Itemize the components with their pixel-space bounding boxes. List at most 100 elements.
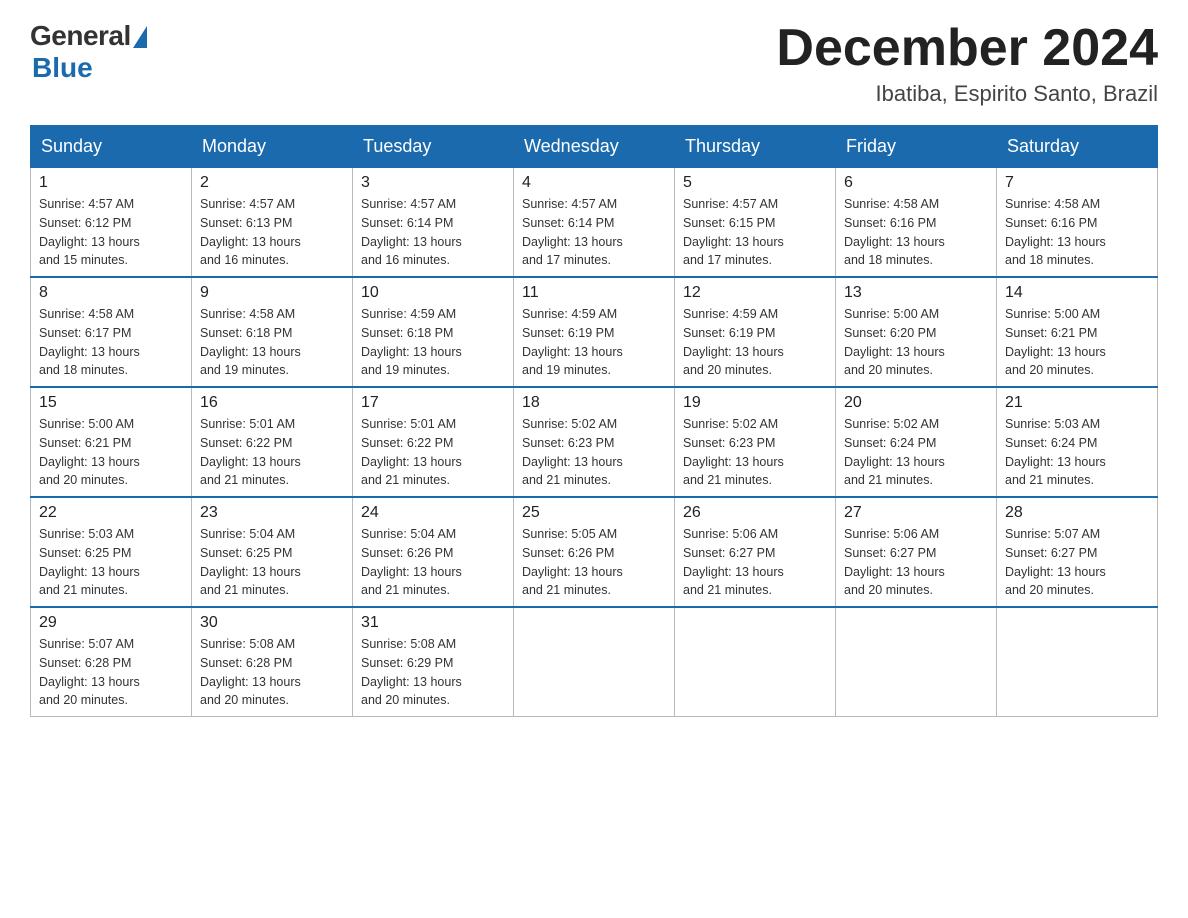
calendar-day-cell: 30 Sunrise: 5:08 AM Sunset: 6:28 PM Dayli… [192, 607, 353, 717]
day-of-week-header: Tuesday [353, 126, 514, 168]
calendar-day-cell [836, 607, 997, 717]
calendar-week-row: 29 Sunrise: 5:07 AM Sunset: 6:28 PM Dayli… [31, 607, 1158, 717]
day-number: 7 [1005, 174, 1149, 192]
day-info: Sunrise: 5:02 AM Sunset: 6:23 PM Dayligh… [522, 415, 666, 490]
day-info: Sunrise: 5:01 AM Sunset: 6:22 PM Dayligh… [200, 415, 344, 490]
day-info: Sunrise: 4:57 AM Sunset: 6:13 PM Dayligh… [200, 195, 344, 270]
calendar-day-cell [997, 607, 1158, 717]
day-number: 1 [39, 174, 183, 192]
day-of-week-header: Thursday [675, 126, 836, 168]
calendar-day-cell: 23Sunrise: 5:04 AM Sunset: 6:25 PM Dayli… [192, 497, 353, 607]
location-text: Ibatiba, Espirito Santo, Brazil [776, 81, 1158, 107]
day-info: Sunrise: 4:57 AM Sunset: 6:15 PM Dayligh… [683, 195, 827, 270]
day-number: 2 [200, 174, 344, 192]
day-number: 12 [683, 284, 827, 302]
day-info: Sunrise: 4:59 AM Sunset: 6:19 PM Dayligh… [522, 305, 666, 380]
calendar-day-cell: 4 Sunrise: 4:57 AM Sunset: 6:14 PM Daylig… [514, 168, 675, 278]
calendar-day-cell: 28Sunrise: 5:07 AM Sunset: 6:27 PM Dayli… [997, 497, 1158, 607]
day-number: 22 [39, 504, 183, 522]
calendar-day-cell: 16Sunrise: 5:01 AM Sunset: 6:22 PM Dayli… [192, 387, 353, 497]
day-info: Sunrise: 5:07 AM Sunset: 6:28 PM Dayligh… [39, 635, 183, 710]
day-number: 31 [361, 614, 505, 632]
calendar-day-cell: 26Sunrise: 5:06 AM Sunset: 6:27 PM Dayli… [675, 497, 836, 607]
day-number: 15 [39, 394, 183, 412]
month-title: December 2024 [776, 20, 1158, 77]
calendar-day-cell: 18 Sunrise: 5:02 AM Sunset: 6:23 PM Dayli… [514, 387, 675, 497]
calendar-day-cell: 11Sunrise: 4:59 AM Sunset: 6:19 PM Dayli… [514, 277, 675, 387]
day-number: 20 [844, 394, 988, 412]
calendar-day-cell: 7 Sunrise: 4:58 AM Sunset: 6:16 PM Daylig… [997, 168, 1158, 278]
day-info: Sunrise: 5:04 AM Sunset: 6:26 PM Dayligh… [361, 525, 505, 600]
day-info: Sunrise: 5:07 AM Sunset: 6:27 PM Dayligh… [1005, 525, 1149, 600]
day-info: Sunrise: 4:58 AM Sunset: 6:16 PM Dayligh… [1005, 195, 1149, 270]
day-of-week-header: Wednesday [514, 126, 675, 168]
day-number: 10 [361, 284, 505, 302]
calendar-day-cell: 19 Sunrise: 5:02 AM Sunset: 6:23 PM Dayli… [675, 387, 836, 497]
logo-general-text: General [30, 20, 131, 52]
day-number: 21 [1005, 394, 1149, 412]
day-info: Sunrise: 4:57 AM Sunset: 6:12 PM Dayligh… [39, 195, 183, 270]
day-info: Sunrise: 4:59 AM Sunset: 6:19 PM Dayligh… [683, 305, 827, 380]
day-number: 8 [39, 284, 183, 302]
day-info: Sunrise: 4:57 AM Sunset: 6:14 PM Dayligh… [522, 195, 666, 270]
day-number: 18 [522, 394, 666, 412]
day-of-week-header: Sunday [31, 126, 192, 168]
day-info: Sunrise: 5:08 AM Sunset: 6:29 PM Dayligh… [361, 635, 505, 710]
day-number: 19 [683, 394, 827, 412]
day-info: Sunrise: 4:58 AM Sunset: 6:17 PM Dayligh… [39, 305, 183, 380]
day-number: 29 [39, 614, 183, 632]
calendar-day-cell: 25Sunrise: 5:05 AM Sunset: 6:26 PM Dayli… [514, 497, 675, 607]
day-of-week-header: Monday [192, 126, 353, 168]
calendar-week-row: 15 Sunrise: 5:00 AM Sunset: 6:21 PM Dayli… [31, 387, 1158, 497]
calendar-week-row: 22Sunrise: 5:03 AM Sunset: 6:25 PM Dayli… [31, 497, 1158, 607]
day-number: 25 [522, 504, 666, 522]
calendar-day-cell: 20Sunrise: 5:02 AM Sunset: 6:24 PM Dayli… [836, 387, 997, 497]
day-info: Sunrise: 5:08 AM Sunset: 6:28 PM Dayligh… [200, 635, 344, 710]
day-number: 5 [683, 174, 827, 192]
logo-blue-text: Blue [32, 52, 93, 84]
calendar-day-cell [675, 607, 836, 717]
calendar-day-cell: 2 Sunrise: 4:57 AM Sunset: 6:13 PM Daylig… [192, 168, 353, 278]
calendar-day-cell: 12 Sunrise: 4:59 AM Sunset: 6:19 PM Dayli… [675, 277, 836, 387]
calendar-day-cell: 31 Sunrise: 5:08 AM Sunset: 6:29 PM Dayli… [353, 607, 514, 717]
calendar-day-cell: 3 Sunrise: 4:57 AM Sunset: 6:14 PM Daylig… [353, 168, 514, 278]
calendar-day-cell: 14Sunrise: 5:00 AM Sunset: 6:21 PM Dayli… [997, 277, 1158, 387]
day-info: Sunrise: 5:01 AM Sunset: 6:22 PM Dayligh… [361, 415, 505, 490]
day-number: 4 [522, 174, 666, 192]
calendar-day-cell [514, 607, 675, 717]
calendar-week-row: 8 Sunrise: 4:58 AM Sunset: 6:17 PM Daylig… [31, 277, 1158, 387]
calendar-week-row: 1 Sunrise: 4:57 AM Sunset: 6:12 PM Daylig… [31, 168, 1158, 278]
day-info: Sunrise: 5:06 AM Sunset: 6:27 PM Dayligh… [683, 525, 827, 600]
day-number: 30 [200, 614, 344, 632]
day-info: Sunrise: 5:02 AM Sunset: 6:23 PM Dayligh… [683, 415, 827, 490]
calendar-day-cell: 5 Sunrise: 4:57 AM Sunset: 6:15 PM Daylig… [675, 168, 836, 278]
day-info: Sunrise: 5:04 AM Sunset: 6:25 PM Dayligh… [200, 525, 344, 600]
day-number: 27 [844, 504, 988, 522]
day-info: Sunrise: 5:00 AM Sunset: 6:21 PM Dayligh… [1005, 305, 1149, 380]
calendar-day-cell: 22Sunrise: 5:03 AM Sunset: 6:25 PM Dayli… [31, 497, 192, 607]
calendar-day-cell: 8 Sunrise: 4:58 AM Sunset: 6:17 PM Daylig… [31, 277, 192, 387]
calendar-day-cell: 9 Sunrise: 4:58 AM Sunset: 6:18 PM Daylig… [192, 277, 353, 387]
day-info: Sunrise: 4:58 AM Sunset: 6:16 PM Dayligh… [844, 195, 988, 270]
calendar-header-row: SundayMondayTuesdayWednesdayThursdayFrid… [31, 126, 1158, 168]
day-of-week-header: Friday [836, 126, 997, 168]
calendar-day-cell: 21Sunrise: 5:03 AM Sunset: 6:24 PM Dayli… [997, 387, 1158, 497]
day-info: Sunrise: 5:00 AM Sunset: 6:21 PM Dayligh… [39, 415, 183, 490]
calendar-day-cell: 24 Sunrise: 5:04 AM Sunset: 6:26 PM Dayli… [353, 497, 514, 607]
calendar-table: SundayMondayTuesdayWednesdayThursdayFrid… [30, 125, 1158, 717]
header-right: December 2024 Ibatiba, Espirito Santo, B… [776, 20, 1158, 107]
day-info: Sunrise: 4:58 AM Sunset: 6:18 PM Dayligh… [200, 305, 344, 380]
day-of-week-header: Saturday [997, 126, 1158, 168]
calendar-day-cell: 27 Sunrise: 5:06 AM Sunset: 6:27 PM Dayli… [836, 497, 997, 607]
day-info: Sunrise: 4:57 AM Sunset: 6:14 PM Dayligh… [361, 195, 505, 270]
logo: General Blue [30, 20, 147, 84]
day-number: 6 [844, 174, 988, 192]
calendar-day-cell: 15 Sunrise: 5:00 AM Sunset: 6:21 PM Dayli… [31, 387, 192, 497]
day-number: 17 [361, 394, 505, 412]
logo-triangle-icon [133, 26, 147, 48]
day-number: 24 [361, 504, 505, 522]
day-info: Sunrise: 5:06 AM Sunset: 6:27 PM Dayligh… [844, 525, 988, 600]
day-number: 3 [361, 174, 505, 192]
calendar-day-cell: 6 Sunrise: 4:58 AM Sunset: 6:16 PM Daylig… [836, 168, 997, 278]
day-number: 9 [200, 284, 344, 302]
